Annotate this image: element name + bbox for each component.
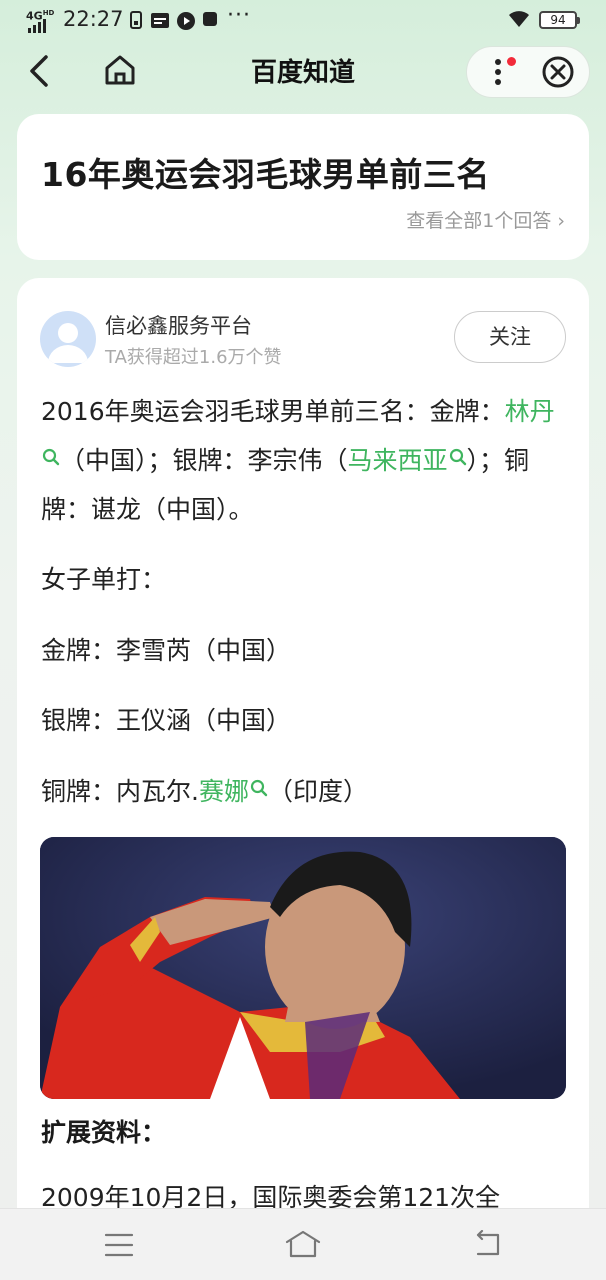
battery-icon: 94 xyxy=(539,11,580,29)
home-icon[interactable] xyxy=(100,50,140,90)
answer-paragraph: 2016年奥运会羽毛球男单前三名：金牌：林丹（中国）；银牌：李宗伟（马来西亚）；… xyxy=(41,397,555,524)
back-icon[interactable] xyxy=(22,52,62,92)
page-title: 百度知道 xyxy=(250,58,355,88)
answer-paragraph: 银牌：王仪涵（中国） xyxy=(41,706,292,735)
avatar[interactable] xyxy=(40,311,96,367)
answer-photo[interactable] xyxy=(40,837,566,1099)
chevron-right-icon: › xyxy=(557,210,565,232)
question-title: 16年奥运会羽毛球男单前三名 xyxy=(41,155,490,194)
search-icon xyxy=(250,779,268,797)
keyword-link-malaysia[interactable]: 马来西亚 xyxy=(348,446,467,475)
answer-paragraph: 女子单打： xyxy=(41,565,167,594)
media-icon xyxy=(177,12,195,30)
answer-paragraph: 铜牌：内瓦尔.赛娜 （印度） xyxy=(41,777,368,806)
answer-paragraph: 金牌：李雪芮（中国） xyxy=(41,636,292,665)
sim-icon xyxy=(130,11,142,29)
view-all-answers-link[interactable]: 查看全部1个回答 › xyxy=(406,206,565,233)
stop-icon xyxy=(203,12,217,26)
author-name[interactable]: 信必鑫服务平台 xyxy=(105,310,252,340)
calendar-icon xyxy=(151,13,169,28)
menu-icon[interactable] xyxy=(104,1232,134,1258)
follow-button[interactable]: 关注 xyxy=(454,311,566,363)
more-notifications: ··· xyxy=(227,3,251,28)
search-icon xyxy=(42,448,60,466)
signal-icon xyxy=(28,19,46,33)
author-stats: TA获得超过1.6万个赞 xyxy=(105,347,282,368)
clock: 22:27 xyxy=(63,7,124,31)
close-icon[interactable] xyxy=(538,52,578,92)
system-nav-bar xyxy=(0,1208,606,1280)
notification-dot xyxy=(507,57,516,66)
keyword-link-saina[interactable]: 赛娜 xyxy=(199,777,268,806)
home-icon[interactable] xyxy=(283,1229,323,1259)
back-icon[interactable] xyxy=(472,1230,504,1258)
extended-info-heading: 扩展资料： xyxy=(41,1118,167,1147)
answer-card: 信必鑫服务平台 TA获得超过1.6万个赞 关注 2016年奥运会羽毛球男单前三名… xyxy=(17,278,589,1238)
question-card: 16年奥运会羽毛球男单前三名 查看全部1个回答 › xyxy=(17,114,589,260)
status-bar: 4GHD 22:27 ··· 94 xyxy=(0,0,606,40)
wifi-icon xyxy=(509,11,529,27)
search-icon xyxy=(449,448,466,466)
